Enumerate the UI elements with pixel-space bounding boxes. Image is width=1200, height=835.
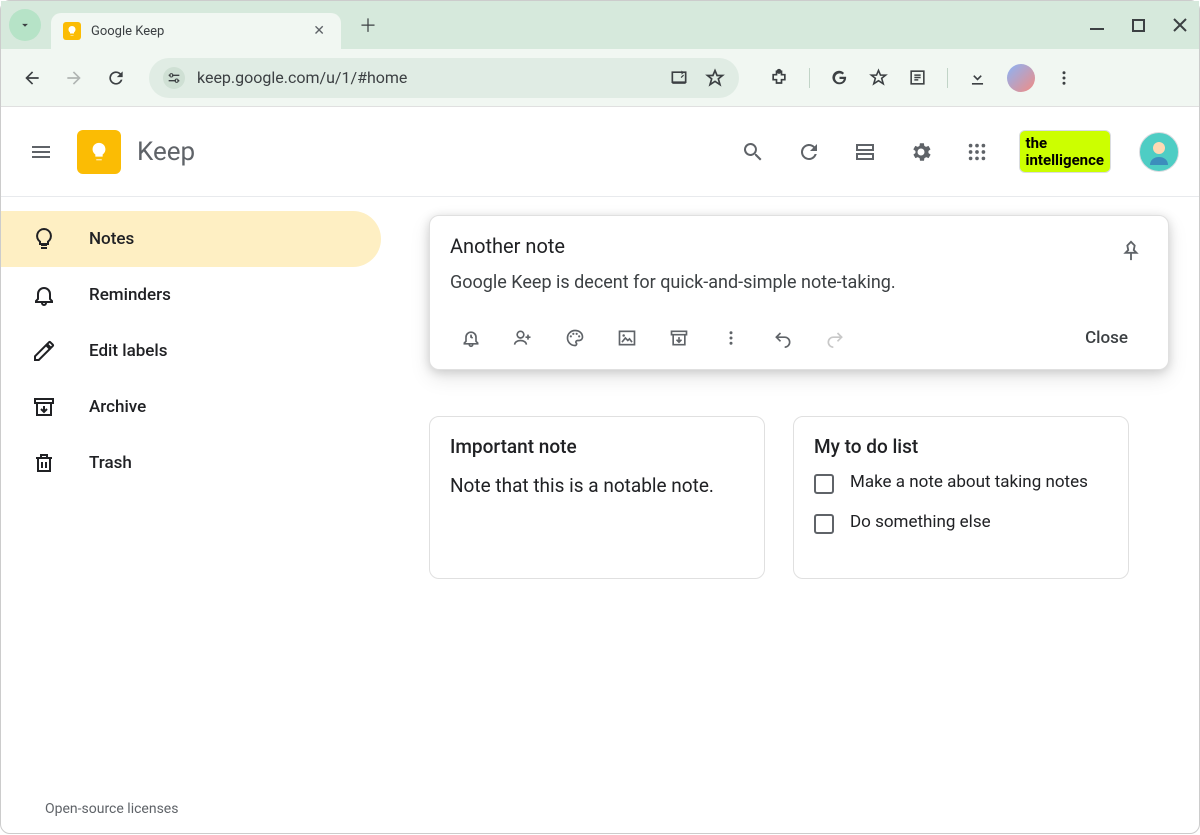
back-button[interactable] bbox=[15, 61, 49, 95]
address-bar[interactable]: keep.google.com/u/1/#home bbox=[149, 58, 739, 98]
reload-button[interactable] bbox=[99, 61, 133, 95]
add-image-icon[interactable] bbox=[606, 317, 648, 359]
window-controls bbox=[1090, 1, 1187, 49]
site-settings-icon[interactable] bbox=[163, 67, 185, 89]
keep-logo bbox=[77, 130, 121, 174]
sidebar-label: Reminders bbox=[89, 285, 171, 305]
notes-grid: Important note Note that this is a notab… bbox=[429, 416, 1169, 579]
archive-icon bbox=[31, 395, 57, 419]
sidebar-item-archive[interactable]: Archive bbox=[1, 379, 381, 435]
close-window-button[interactable] bbox=[1173, 18, 1187, 32]
sidebar-item-trash[interactable]: Trash bbox=[1, 435, 381, 491]
pin-icon[interactable] bbox=[1114, 234, 1148, 268]
apps-grid-icon[interactable] bbox=[963, 138, 991, 166]
todo-item[interactable]: Make a note about taking notes bbox=[814, 472, 1108, 494]
tab-search-dropdown[interactable] bbox=[9, 9, 41, 41]
content-area: Another note Google Keep is decent for q… bbox=[389, 197, 1199, 835]
toolbar-separator bbox=[809, 68, 810, 88]
account-avatar[interactable] bbox=[1139, 132, 1179, 172]
browser-tab-strip: Google Keep ✕ ＋ bbox=[1, 1, 1199, 49]
collaborator-icon[interactable] bbox=[502, 317, 544, 359]
editor-toolbar: Close bbox=[450, 317, 1148, 359]
tab-close-button[interactable]: ✕ bbox=[309, 23, 329, 39]
browser-tab[interactable]: Google Keep ✕ bbox=[51, 13, 341, 49]
redo-icon[interactable] bbox=[814, 317, 856, 359]
sidebar-label: Trash bbox=[89, 453, 132, 473]
note-card-title: My to do list bbox=[814, 435, 1108, 458]
bell-icon bbox=[31, 283, 57, 307]
editor-body[interactable]: Google Keep is decent for quick-and-simp… bbox=[450, 272, 1148, 293]
undo-icon[interactable] bbox=[762, 317, 804, 359]
editor-title[interactable]: Another note bbox=[450, 234, 565, 258]
note-card-body: Note that this is a notable note. bbox=[450, 472, 744, 501]
note-card-title: Important note bbox=[450, 435, 744, 458]
licenses-link[interactable]: Open-source licenses bbox=[45, 801, 178, 817]
forward-button[interactable] bbox=[57, 61, 91, 95]
browser-toolbar: keep.google.com/u/1/#home bbox=[1, 49, 1199, 107]
sidebar-label: Archive bbox=[89, 397, 146, 417]
downloads-icon[interactable] bbox=[968, 68, 987, 87]
lightbulb-icon bbox=[31, 227, 57, 251]
profile-avatar[interactable] bbox=[1007, 64, 1035, 92]
maximize-button[interactable] bbox=[1132, 19, 1145, 32]
sidebar-item-edit-labels[interactable]: Edit labels bbox=[1, 323, 381, 379]
sidebar-item-notes[interactable]: Notes bbox=[1, 211, 381, 267]
url-text: keep.google.com/u/1/#home bbox=[197, 68, 669, 87]
note-card[interactable]: My to do list Make a note about taking n… bbox=[793, 416, 1129, 579]
settings-gear-icon[interactable] bbox=[907, 138, 935, 166]
sidebar-label: Edit labels bbox=[89, 341, 167, 361]
install-app-icon[interactable] bbox=[669, 68, 689, 88]
refresh-icon[interactable] bbox=[795, 138, 823, 166]
archive-note-icon[interactable] bbox=[658, 317, 700, 359]
note-card[interactable]: Important note Note that this is a notab… bbox=[429, 416, 765, 579]
toolbar-separator bbox=[947, 68, 948, 88]
trash-icon bbox=[31, 451, 57, 475]
more-icon[interactable] bbox=[710, 317, 752, 359]
search-icon[interactable] bbox=[739, 138, 767, 166]
chrome-menu-icon[interactable] bbox=[1055, 69, 1073, 87]
sidebar-item-reminders[interactable]: Reminders bbox=[1, 267, 381, 323]
main-menu-button[interactable] bbox=[21, 132, 61, 172]
keep-favicon bbox=[63, 22, 81, 40]
list-view-icon[interactable] bbox=[851, 138, 879, 166]
checkbox-icon[interactable] bbox=[814, 474, 834, 494]
tab-title: Google Keep bbox=[91, 24, 309, 39]
todo-item[interactable]: Do something else bbox=[814, 512, 1108, 534]
extensions-icon[interactable] bbox=[769, 68, 789, 88]
todo-text: Make a note about taking notes bbox=[850, 472, 1088, 492]
minimize-button[interactable] bbox=[1090, 18, 1104, 32]
sidebar: Notes Reminders Edit labels Archive Tras… bbox=[1, 197, 389, 835]
close-button[interactable]: Close bbox=[1065, 320, 1148, 356]
google-icon[interactable] bbox=[830, 68, 849, 87]
app-header: Keep the intelligence bbox=[1, 107, 1199, 197]
reading-list-icon[interactable] bbox=[908, 68, 927, 87]
pencil-icon bbox=[31, 339, 57, 363]
sidebar-label: Notes bbox=[89, 229, 134, 249]
remind-me-icon[interactable] bbox=[450, 317, 492, 359]
new-tab-button[interactable]: ＋ bbox=[355, 8, 381, 42]
bookmark-star-icon[interactable] bbox=[705, 68, 725, 88]
checkbox-icon[interactable] bbox=[814, 514, 834, 534]
extension-area bbox=[769, 64, 1073, 92]
todo-text: Do something else bbox=[850, 512, 991, 532]
app-body: Notes Reminders Edit labels Archive Tras… bbox=[1, 197, 1199, 835]
intelligence-badge[interactable]: the intelligence bbox=[1019, 130, 1111, 173]
bookmark-icon[interactable] bbox=[869, 68, 888, 87]
note-editor[interactable]: Another note Google Keep is decent for q… bbox=[429, 215, 1169, 370]
app-title: Keep bbox=[137, 137, 195, 167]
palette-icon[interactable] bbox=[554, 317, 596, 359]
